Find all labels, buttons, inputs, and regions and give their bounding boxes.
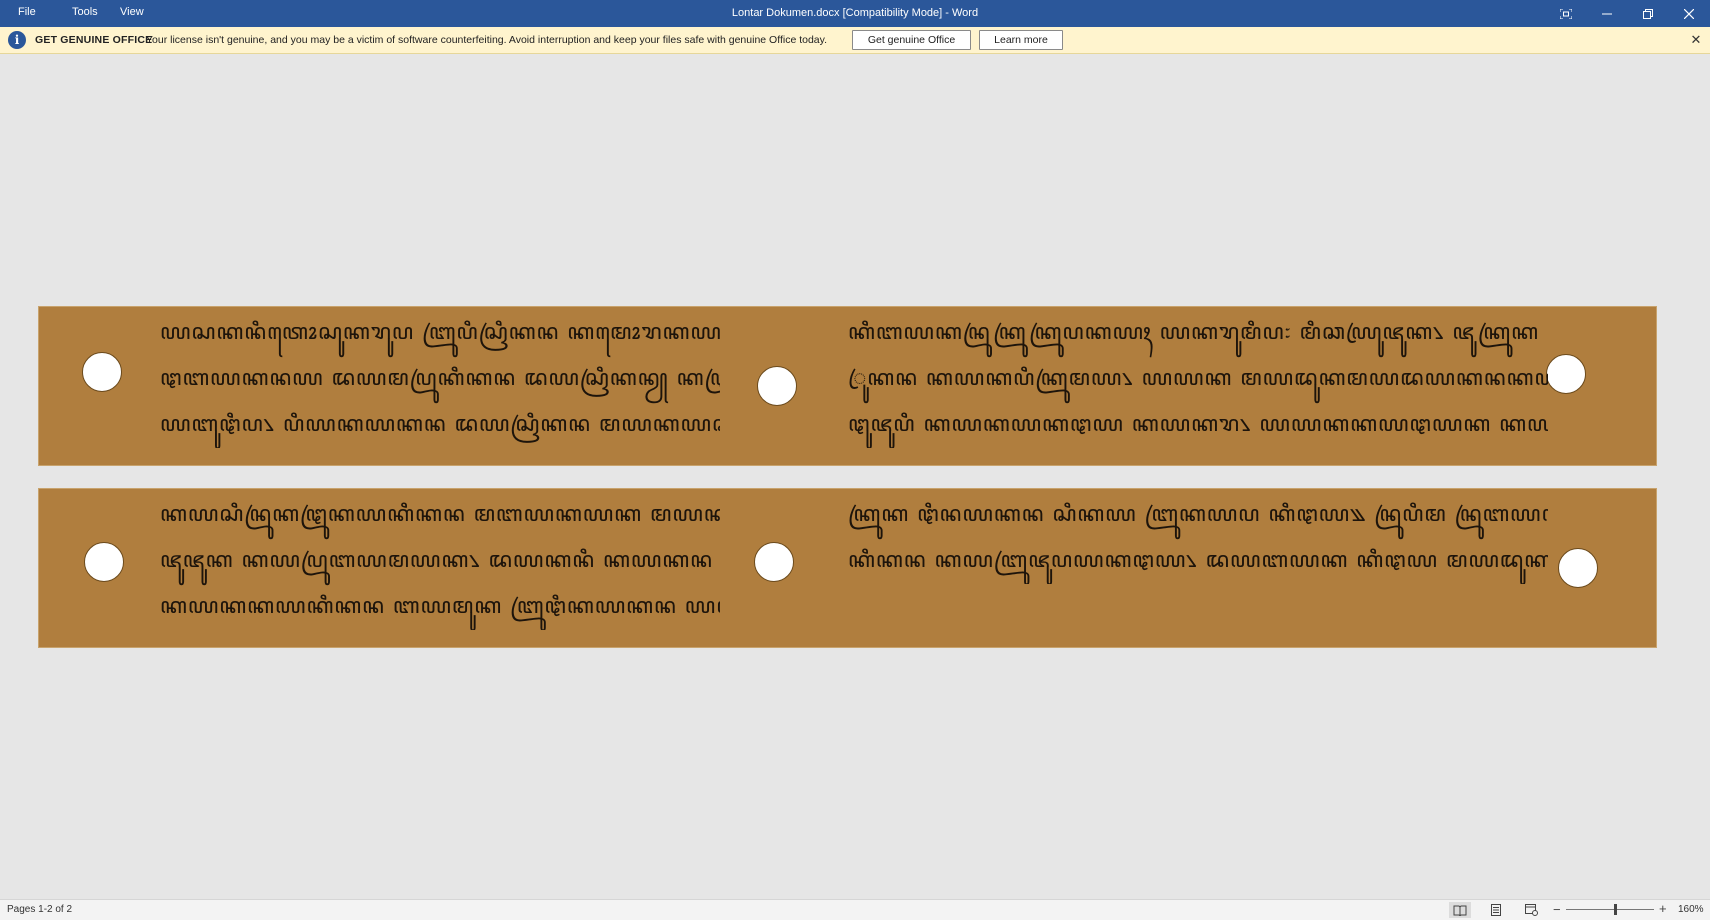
text-line: ꦗꦸꦗꦸꦏ ꦏꦪꦥꦿꦸꦧꦪꦩꦪꦏ꧈ ꦢꦪꦏꦤꦶ ꦏꦪꦏꦤ ꦩꦧꦪꦏꦏꦪ ꦩꦪ [160,548,720,573]
close-icon[interactable] [1669,0,1709,27]
text-line: ꦏꦪꦏꦏꦪꦏꦶꦏꦤ ꦧꦪꦩꦸꦏ ꦧꦿꦸꦛꦶꦏꦪꦏꦤ ꦪꦛꦢꦪ꧉ [160,594,720,619]
close-icon[interactable]: ✕ [1687,31,1705,49]
text-line: ꦏꦶꦧꦪꦏꦤꦿꦸꦏꦿꦸꦏꦿꦸꦥꦏꦪꦃ ꦪꦏꦫꦸꦩꦶꦥ꧇ ꦩꦶꦕꦪꦿꦸꦗꦸꦏ꧈ ꦗ… [848,320,1548,345]
web-layout-icon[interactable] [1520,902,1542,918]
title-bar: File Tools View Lontar Dokumen.docx [Com… [0,0,1710,27]
page-count[interactable]: Pages 1-2 of 2 [7,904,72,915]
text-line: ꦛꦧꦪꦏꦤꦪ ꦢꦪꦩꦥꦿꦸꦏꦶꦏꦤ ꦢꦪꦱꦿꦶꦏꦤꦾ ꦏꦛꦿꦸꦏ꧈ ꦗꦸꦗꦸꦕꦤ… [160,366,720,391]
leaf-text-left: ꦏꦪꦱꦶꦤꦿꦸꦏꦛꦿꦸꦏꦪꦏꦶꦏꦤ ꦩꦧꦪꦏꦪꦏ ꦩꦪꦏꦪꦏꦪ꧈ ꦢꦪꦩꦿꦸꦏꦤ… [160,492,720,630]
binding-hole [82,352,122,392]
binding-hole [757,366,797,406]
zoom-in-button[interactable]: + [1659,901,1667,916]
restore-icon[interactable] [1628,0,1668,27]
binding-hole [84,542,124,582]
leaf-text-right: ꦏꦿꦸꦏ ꦛꦶꦤꦪꦏꦤ ꦱꦶꦏꦪ ꦧꦿꦸꦏꦪꦥ ꦏꦶꦛꦪ꧉ ꦤꦿꦸꦥꦶꦩ ꦤꦿꦸ… [848,492,1548,584]
document-canvas: ꦪꦱꦏꦤꦶꦠꦺꦴꦱꦸꦏꦫꦸꦥ ꦧꦿꦸꦥꦶꦱꦿꦶꦏꦤ ꦏꦩꦺꦴꦫꦏꦪꦏ ꦧꦪꦛꦿꦶ… [0,54,1710,899]
learn-more-button[interactable]: Learn more [979,30,1063,50]
zoom-slider-thumb[interactable] [1614,904,1617,915]
zoom-out-button[interactable]: − [1553,902,1561,917]
text-line: ꦏꦶꦏꦤ ꦏꦪꦧꦿꦸꦗꦸꦥꦪꦏꦛꦪ꧈ ꦢꦪꦧꦪꦏ ꦏꦶꦛꦪ ꦩꦪꦢꦸꦏ ꦛꦪꦛꦪ… [848,548,1548,573]
text-line: ꦏꦿꦸꦏ ꦛꦶꦤꦪꦏꦤ ꦱꦶꦏꦪ ꦧꦿꦸꦏꦪꦥ ꦏꦶꦛꦪ꧉ ꦤꦿꦸꦥꦶꦩ ꦤꦿꦸ… [848,502,1548,527]
zoom-level[interactable]: 160% [1678,904,1704,915]
window-title: Lontar Dokumen.docx [Compatibility Mode]… [731,7,979,19]
minimize-icon[interactable] [1587,0,1627,27]
zoom-slider[interactable] [1566,909,1654,910]
text-line: ꦿꦸꦏꦤ ꦏꦪꦏꦥꦶꦏꦿꦸꦩꦪ꧈ ꦪꦪꦏ ꦩꦪꦢꦸꦏꦩꦪꦢꦪꦏꦤꦏꦪꦏꦪ꧈ ꦢꦛ… [848,366,1548,391]
binding-hole [1546,354,1586,394]
lontar-leaf: ꦏꦪꦱꦶꦤꦿꦸꦏꦛꦿꦸꦏꦪꦏꦶꦏꦤ ꦩꦧꦪꦏꦪꦏ ꦩꦪꦏꦪꦏꦪ꧈ ꦢꦪꦩꦿꦸꦏꦤ… [38,488,1657,648]
binding-hole [754,542,794,582]
get-genuine-office-button[interactable]: Get genuine Office [852,30,971,50]
leaf-text-right: ꦏꦶꦧꦪꦏꦤꦿꦸꦏꦿꦸꦏꦿꦸꦥꦏꦪꦃ ꦪꦏꦫꦸꦩꦶꦥ꧇ ꦩꦶꦕꦪꦿꦸꦗꦸꦏ꧈ ꦗ… [848,310,1548,448]
read-mode-icon[interactable] [1449,902,1471,918]
status-bar: Pages 1-2 of 2 − + 160% [0,899,1710,920]
text-line: ꦪꦱꦏꦤꦶꦠꦺꦴꦱꦸꦏꦫꦸꦥ ꦧꦿꦸꦥꦶꦱꦿꦶꦏꦤ ꦏꦩꦺꦴꦫꦏꦪꦏ ꦧꦪꦛꦿꦶ… [160,320,720,345]
text-line: ꦪꦧꦸꦛꦶꦥ꧈ ꦥꦶꦪꦏꦪꦏꦤ ꦢꦪꦱꦿꦶꦏꦤ ꦩꦪꦏꦪꦕꦪ ꦮꦧꦪꦏꦛꦪ꧈ [160,412,720,437]
focus-mode-icon[interactable] [1546,0,1586,27]
license-warning-bar: i GET GENUINE OFFICE Your license isn't … [0,27,1710,54]
license-heading: GET GENUINE OFFICE [35,34,153,46]
license-message: Your license isn't genuine, and you may … [146,34,828,46]
print-layout-icon[interactable] [1485,902,1507,918]
leaf-text-left: ꦪꦱꦏꦤꦶꦠꦺꦴꦱꦸꦏꦫꦸꦥ ꦧꦿꦸꦥꦶꦱꦿꦶꦏꦤ ꦏꦩꦺꦴꦫꦏꦪꦏ ꦧꦪꦛꦿꦶ… [160,310,720,448]
text-line: ꦛꦸꦗꦸꦥꦶ ꦏꦪꦏꦪꦏꦛꦪ ꦏꦪꦏꦫ꧈ ꦪꦪꦏꦏꦪꦛꦪꦏ ꦏꦪꦏꦿꦸꦏꦤꦧꦪ … [848,412,1548,437]
lontar-leaf: ꦪꦱꦏꦤꦶꦠꦺꦴꦱꦸꦏꦫꦸꦥ ꦧꦿꦸꦥꦶꦱꦿꦶꦏꦤ ꦏꦩꦺꦴꦫꦏꦪꦏ ꦧꦪꦛꦿꦶ… [38,306,1657,466]
binding-hole [1558,548,1598,588]
text-line: ꦏꦪꦱꦶꦤꦿꦸꦏꦛꦿꦸꦏꦪꦏꦶꦏꦤ ꦩꦧꦪꦏꦪꦏ ꦩꦪꦏꦪꦏꦪ꧈ ꦢꦪꦩꦿꦸꦏꦤ [160,502,720,527]
info-icon: i [8,31,26,49]
